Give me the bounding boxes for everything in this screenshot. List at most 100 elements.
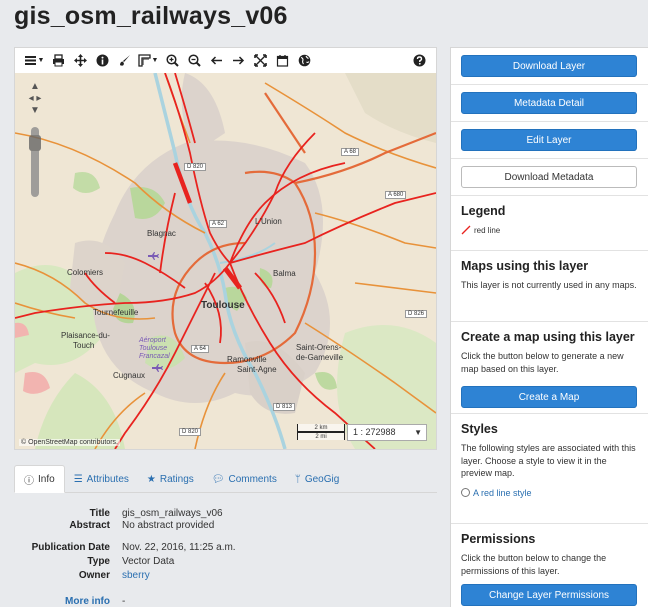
forward-arrow-icon[interactable] (227, 48, 249, 73)
tab-ratings[interactable]: ★ Ratings (138, 465, 203, 493)
zoom-slider-handle[interactable] (29, 135, 41, 151)
calendar-icon[interactable] (271, 48, 293, 73)
page-title: gis_osm_railways_v06 (14, 2, 288, 30)
styles-text: The following styles are associated with… (461, 443, 636, 478)
scale-imperial: 2 mi (297, 432, 345, 440)
maps-title: Maps using this layer (461, 259, 589, 273)
info-key: Title (89, 508, 110, 519)
red-line-icon (461, 225, 471, 235)
tab-attributes[interactable]: ☰ Attributes (65, 465, 138, 493)
map-canvas[interactable]: Toulouse L'Union Balma Blagnac Colomiers… (15, 73, 436, 449)
scale-metric: 2 km (297, 424, 345, 432)
tab-label: GeoGig (304, 473, 340, 485)
create-map-text: Click the button below to generate a new… (461, 351, 624, 374)
permissions-title: Permissions (461, 532, 536, 546)
map-label-town: Blagnac (147, 229, 176, 238)
scale-select-value: 1 : 272988 (353, 427, 396, 437)
tab-label: Comments (228, 473, 277, 485)
download-layer-button[interactable]: Download Layer (461, 55, 637, 77)
style-option-label[interactable]: A red line style (473, 488, 532, 498)
permissions-text: Click the button below to change the per… (461, 553, 607, 576)
maps-text: This layer is not currently used in any … (461, 280, 637, 290)
style-radio[interactable] (461, 488, 470, 497)
legend-title: Legend (461, 204, 506, 218)
star-icon: ★ (146, 473, 156, 485)
menu-icon[interactable]: ▼ (21, 48, 47, 73)
map-panel: ▼ ▼ Toulouse L'Union Balma Blagnac Colom… (14, 47, 437, 450)
metadata-detail-button[interactable]: Metadata Detail (461, 92, 637, 114)
info-key: Abstract (69, 520, 110, 531)
map-label-airport: Francazal (139, 353, 170, 360)
info-icon: ⓘ (24, 475, 34, 487)
style-option[interactable]: A red line style (461, 488, 639, 498)
tab-label: Ratings (159, 473, 194, 485)
map-label-airport: Toulouse (139, 345, 168, 352)
map-label-town: Balma (273, 269, 296, 278)
info-value: gis_osm_railways_v06 (122, 508, 223, 519)
create-map-button[interactable]: Create a Map (461, 386, 637, 408)
scale-select[interactable]: 1 : 272988 ▼ (347, 424, 427, 441)
info-value: No abstract provided (122, 520, 215, 531)
legend-item-label: red line (474, 225, 501, 235)
map-label-town: Saint-Agne (237, 365, 277, 374)
zoom-in-icon[interactable] (161, 48, 183, 73)
road-shield: A 68 (341, 148, 360, 156)
more-info-link[interactable]: More info (14, 596, 122, 607)
map-label-town: Colomiers (67, 268, 104, 277)
map-label-town: Cugnaux (113, 371, 146, 380)
metadata-section: Metadata Detail (451, 85, 648, 122)
download-metadata-section: Download Metadata (451, 159, 648, 196)
road-shield: A 680 (385, 191, 407, 199)
tab-info[interactable]: ⓘ Info (14, 465, 65, 493)
info-key: Publication Date (31, 542, 110, 553)
pan-up-icon[interactable]: ▲ (27, 81, 43, 93)
legend-item: red line (461, 225, 639, 235)
zoom-out-icon[interactable] (183, 48, 205, 73)
pan-icon[interactable] (69, 48, 91, 73)
back-arrow-icon[interactable] (205, 48, 227, 73)
edit-layer-button[interactable]: Edit Layer (461, 129, 637, 151)
chevron-down-icon: ▼ (414, 428, 422, 437)
map-label-town: de-Gameville (296, 353, 344, 362)
print-icon[interactable] (47, 48, 69, 73)
globe-icon[interactable] (293, 48, 315, 73)
info-row-owner: Owner sberry (14, 570, 437, 582)
styles-title: Styles (461, 422, 498, 436)
info-row-abstract: Abstract No abstract provided (14, 520, 437, 532)
map-label-city: Toulouse (201, 300, 245, 311)
pan-zoom-control: ▲ ◂ ▸ ▼ (27, 81, 43, 117)
fullscreen-icon[interactable] (249, 48, 271, 73)
pan-down-icon[interactable]: ▼ (27, 105, 43, 117)
info-value: Vector Data (122, 556, 175, 567)
brush-icon[interactable] (113, 48, 135, 73)
info-value: - (122, 596, 126, 607)
list-icon: ☰ (73, 473, 83, 485)
scale-line: 2 km 2 mi (297, 424, 345, 440)
styles-section: Styles The following styles are associat… (451, 414, 648, 524)
tab-geogig[interactable]: ᛘ GeoGig (286, 465, 348, 493)
tab-comments[interactable]: 💬︎ Comments (203, 465, 286, 493)
permissions-section: Permissions Click the button below to ch… (451, 524, 648, 607)
zoom-slider[interactable] (29, 127, 41, 197)
info-icon[interactable] (91, 48, 113, 73)
road-shield: D 826 (405, 310, 428, 318)
info-value: Nov. 22, 2016, 11:25 a.m. (122, 542, 236, 553)
owner-link[interactable]: sberry (122, 570, 150, 582)
info-key: Owner (78, 570, 110, 581)
edit-section: Edit Layer (451, 122, 648, 159)
info-table: Title gis_osm_railways_v06 Abstract No a… (14, 508, 437, 607)
measure-icon[interactable]: ▼ (135, 48, 161, 73)
map-attribution[interactable]: © OpenStreetMap contributors. (19, 439, 120, 446)
info-key: Type (87, 556, 110, 567)
help-icon[interactable] (408, 48, 430, 73)
road-shield: A 62 (209, 220, 228, 228)
create-map-section: Create a map using this layer Click the … (451, 322, 648, 414)
info-row-pubdate: Publication Date Nov. 22, 2016, 11:25 a.… (14, 542, 437, 554)
detail-tabs: ⓘ Info ☰ Attributes ★ Ratings 💬︎ Comment… (14, 465, 437, 493)
download-section: Download Layer (451, 48, 648, 85)
road-shield: D 820 (184, 163, 207, 171)
download-metadata-button[interactable]: Download Metadata (461, 166, 637, 188)
map-label-airport: Aéroport (139, 337, 166, 344)
pan-left-right-icon[interactable]: ◂ ▸ (27, 93, 43, 105)
change-permissions-button[interactable]: Change Layer Permissions (461, 584, 637, 606)
